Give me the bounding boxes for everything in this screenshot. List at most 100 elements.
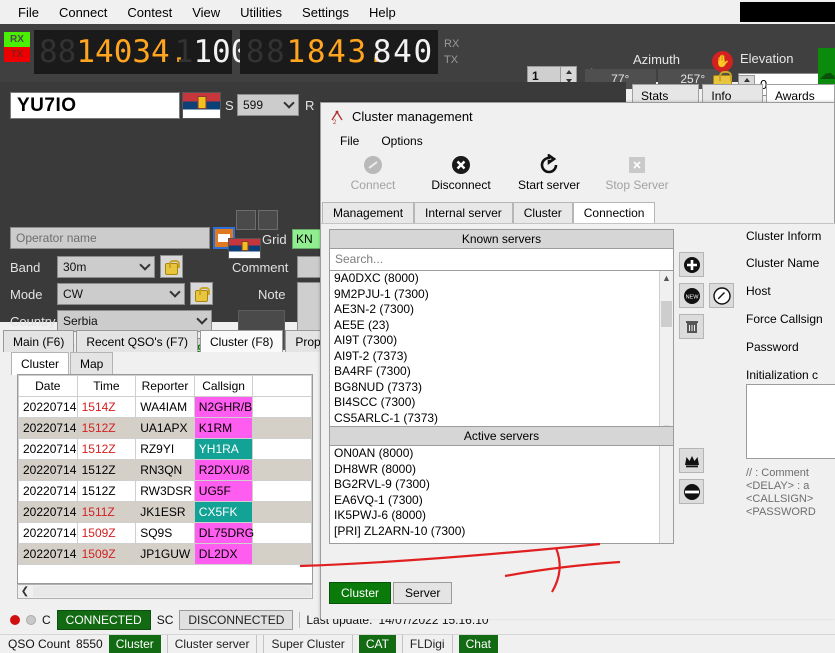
known-server-item[interactable]: 9A0DXC (8000) bbox=[330, 271, 673, 287]
known-server-item[interactable]: AI9T (7300) bbox=[330, 333, 673, 349]
dialog-menu-file[interactable]: File bbox=[331, 132, 368, 150]
bottom-cat-button[interactable]: CAT bbox=[358, 635, 396, 653]
dialog-tab-1[interactable]: Internal server bbox=[414, 202, 513, 224]
main-tab-2[interactable]: Cluster (F8) bbox=[200, 330, 284, 354]
table-row[interactable]: 20220714 1512Z RW3DSR UG5F bbox=[18, 480, 312, 502]
column-header-date[interactable]: Date bbox=[18, 375, 78, 397]
main-tab-1[interactable]: Recent QSO's (F7) bbox=[76, 330, 198, 354]
known-server-item[interactable]: 9M2PJU-1 (7300) bbox=[330, 287, 673, 303]
edit-server-button[interactable] bbox=[709, 283, 734, 308]
menu-connect[interactable]: Connect bbox=[49, 2, 117, 23]
hscroll-thumb[interactable] bbox=[33, 586, 311, 597]
set-primary-button[interactable] bbox=[679, 448, 704, 473]
chevron-up-icon[interactable]: ▲ bbox=[660, 271, 673, 285]
lcd-digit: 8 bbox=[57, 33, 77, 70]
main-tab-0[interactable]: Main (F6) bbox=[3, 330, 75, 354]
known-server-item[interactable]: AI9T-2 (7373) bbox=[330, 349, 673, 365]
known-server-item[interactable]: BI4SCC (7300) bbox=[330, 395, 673, 411]
initialization-commands-textarea[interactable] bbox=[746, 384, 835, 459]
active-servers-listbox[interactable]: ON0AN (8000) DH8WR (8000) BG2RVL-9 (7300) E… bbox=[329, 446, 674, 544]
delete-server-button[interactable] bbox=[679, 314, 704, 339]
menu-view[interactable]: View bbox=[182, 2, 230, 23]
stop-server-button[interactable]: Stop Server bbox=[601, 152, 673, 192]
sent-rst-select[interactable]: 599 bbox=[237, 94, 299, 116]
disconnect-button[interactable]: Disconnect bbox=[425, 152, 497, 192]
received-rst-label: R bbox=[305, 98, 315, 113]
dialog-body: Known servers Search... 9A0DXC (8000) 9M2… bbox=[321, 223, 835, 619]
known-server-item[interactable]: CS5ARLC-1 (7373) bbox=[330, 411, 673, 427]
vfo-a-frequency-display[interactable]: 8814034.1100 bbox=[34, 30, 249, 74]
active-server-item[interactable]: DH8WR (8000) bbox=[330, 462, 673, 478]
table-row[interactable]: 20220714 1509Z JP1GUW DL2DX bbox=[18, 543, 312, 565]
table-row[interactable]: 20220714 1512Z RN3QN R2DXU/8 bbox=[18, 459, 312, 481]
bottom-cluster-server-button[interactable]: Cluster server bbox=[166, 635, 258, 653]
menu-settings[interactable]: Settings bbox=[292, 2, 359, 23]
cluster-subtab-0[interactable]: Cluster bbox=[11, 352, 70, 375]
menu-contest[interactable]: Contest bbox=[117, 2, 182, 23]
operator-name-input[interactable]: Operator name bbox=[10, 227, 210, 249]
qso-toggle-b[interactable] bbox=[258, 210, 278, 230]
column-header-time[interactable]: Time bbox=[76, 375, 137, 397]
new-server-button[interactable]: NEW bbox=[679, 283, 704, 308]
column-header-reporter[interactable]: Reporter bbox=[135, 375, 195, 397]
known-server-item[interactable]: AE3N-2 (7300) bbox=[330, 302, 673, 318]
known-servers-listbox[interactable]: 9A0DXC (8000) 9M2PJU-1 (7300) AE3N-2 (7300… bbox=[329, 271, 674, 436]
band-select[interactable]: 30m bbox=[57, 256, 155, 278]
rx-indicator: RX bbox=[4, 32, 30, 47]
menu-file[interactable]: File bbox=[8, 2, 49, 23]
bottom-super-cluster-button[interactable]: Super Cluster bbox=[263, 635, 353, 653]
dialog-footer-tab-0[interactable]: Cluster bbox=[329, 582, 392, 604]
table-row[interactable]: 20220714 1512Z UA1APX K1RM bbox=[18, 417, 312, 439]
cluster-table-hscrollbar[interactable]: ❮ bbox=[17, 584, 313, 599]
table-row[interactable]: 20220714 1509Z SQ9S DL75DRG bbox=[18, 522, 312, 544]
init-hint-delay: <DELAY> : a bbox=[746, 480, 810, 492]
known-server-item[interactable]: BG8NUD (7373) bbox=[330, 380, 673, 396]
bottom-fldigi-button[interactable]: FLDigi bbox=[401, 635, 453, 653]
active-servers-vscrollbar[interactable] bbox=[659, 446, 673, 543]
table-row[interactable]: 20220714 1512Z RZ9YI YH1RA bbox=[18, 438, 312, 460]
active-server-item[interactable]: [PRI] ZL2ARN-10 (7300) bbox=[330, 524, 673, 540]
known-vscroll-thumb[interactable] bbox=[661, 301, 672, 327]
hand-stop-icon[interactable]: ✋ bbox=[712, 51, 733, 72]
menu-help[interactable]: Help bbox=[359, 2, 406, 23]
known-server-item[interactable]: AE5E (23) bbox=[330, 318, 673, 334]
mode-lock-padlock-icon[interactable] bbox=[190, 282, 213, 305]
country-select[interactable]: Serbia bbox=[57, 310, 212, 332]
active-server-item[interactable]: EA6VQ-1 (7300) bbox=[330, 493, 673, 509]
super-cluster-connection-badge[interactable]: DISCONNECTED bbox=[179, 610, 294, 630]
add-server-button[interactable] bbox=[679, 252, 704, 277]
mode-select[interactable]: CW bbox=[57, 283, 185, 305]
dialog-menu-options[interactable]: Options bbox=[372, 132, 431, 150]
remove-active-button[interactable] bbox=[679, 479, 704, 504]
bottom-chat-button[interactable]: Chat bbox=[458, 635, 498, 653]
cluster-spot-table-wrapper[interactable]: Date Time Reporter Callsign 20220714 1514Z WA… bbox=[17, 374, 313, 584]
cluster-connection-badge[interactable]: CONNECTED bbox=[56, 610, 151, 630]
active-server-item[interactable]: ON0AN (8000) bbox=[330, 446, 673, 462]
active-server-item[interactable]: IK5PWJ-6 (8000) bbox=[330, 508, 673, 524]
dialog-tab-3[interactable]: Connection bbox=[572, 202, 656, 224]
dialog-footer-tab-1[interactable]: Server bbox=[393, 582, 453, 604]
menu-utilities[interactable]: Utilities bbox=[230, 2, 292, 23]
known-server-item[interactable]: BA4RF (7300) bbox=[330, 364, 673, 380]
known-servers-search-input[interactable]: Search... bbox=[329, 249, 674, 271]
column-header-callsign[interactable]: Callsign bbox=[193, 375, 254, 397]
qso-toggle-a[interactable] bbox=[236, 210, 256, 230]
band-lock-padlock-icon[interactable] bbox=[160, 255, 183, 278]
chevron-left-icon[interactable]: ❮ bbox=[18, 586, 32, 597]
callsign-input[interactable]: YU7IO bbox=[10, 92, 180, 119]
table-row[interactable]: 20220714 1511Z JK1ESR CX5FK bbox=[18, 501, 312, 523]
dialog-tab-2[interactable]: Cluster bbox=[512, 202, 573, 224]
vfo-b-frequency-display[interactable]: 881843.840 bbox=[240, 30, 438, 74]
dialog-tab-0[interactable]: Management bbox=[322, 202, 415, 224]
disconnect-icon bbox=[425, 152, 497, 178]
sent-rst-label: S bbox=[225, 98, 234, 113]
serbia-flag-icon bbox=[182, 92, 221, 119]
bottom-cluster-button[interactable]: Cluster bbox=[108, 635, 161, 653]
known-servers-vscrollbar[interactable]: ▲ ▼ bbox=[659, 271, 673, 435]
table-row[interactable]: 20220714 1514Z WA4IAM N2GHR/B bbox=[18, 396, 312, 418]
start-server-button[interactable]: Start server bbox=[513, 152, 585, 192]
connect-button[interactable]: Connect bbox=[337, 152, 409, 192]
spot-date: 20220714 bbox=[18, 480, 78, 502]
active-server-item[interactable]: BG2RVL-9 (7300) bbox=[330, 477, 673, 493]
cluster-subtab-1[interactable]: Map bbox=[70, 352, 114, 375]
